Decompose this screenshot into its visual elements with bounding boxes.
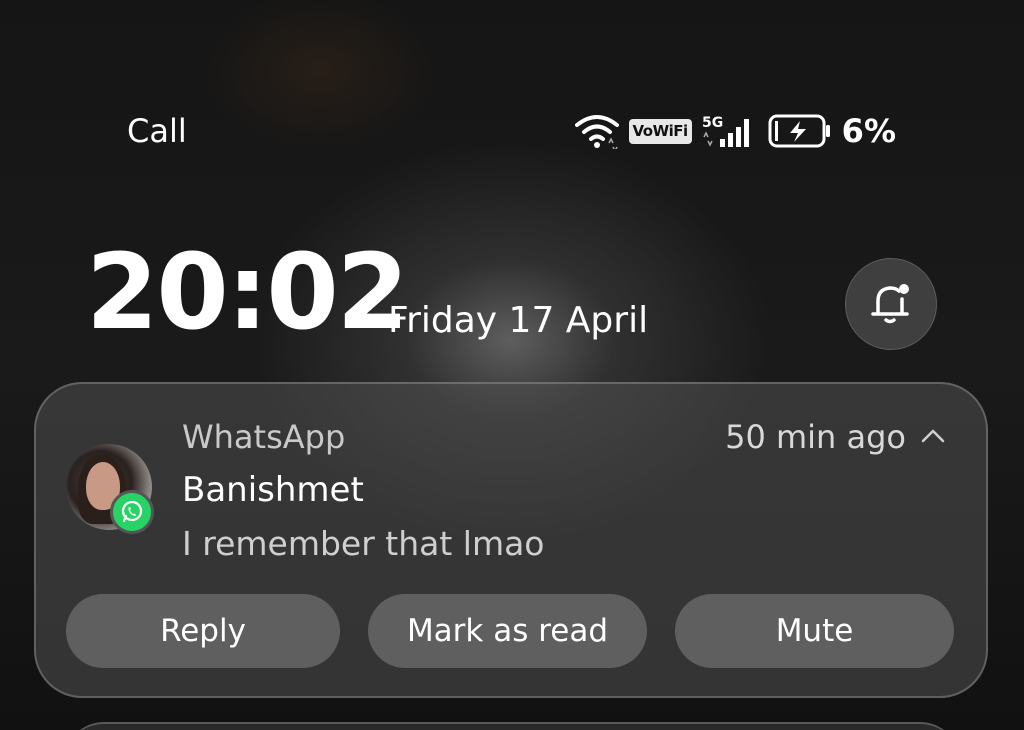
- notification-app-name: WhatsApp: [182, 418, 346, 456]
- notification-bell-button[interactable]: [845, 258, 937, 350]
- network-type-label: 5G: [702, 115, 723, 131]
- vowifi-badge: VoWiFi: [628, 118, 692, 144]
- signal-icon: 5G: [702, 113, 758, 149]
- battery-charging-icon: [768, 114, 832, 148]
- chevron-up-icon[interactable]: [920, 428, 946, 448]
- next-notification-card[interactable]: [64, 722, 960, 730]
- notification-message: I remember that lmao: [182, 524, 545, 563]
- whatsapp-badge-icon: [110, 490, 154, 534]
- status-bar-right: VoWiFi 5G 6%: [574, 110, 896, 152]
- status-call-label: Call: [127, 112, 187, 150]
- notification-time: 50 min ago: [725, 418, 906, 456]
- reply-button[interactable]: Reply: [66, 594, 340, 668]
- lock-date: Friday 17 April: [388, 300, 649, 341]
- lock-clock: 20:02: [86, 231, 409, 353]
- whatsapp-notification-card[interactable]: WhatsApp 50 min ago Banishmet I remember…: [34, 382, 988, 698]
- notification-bell-icon: [866, 277, 916, 331]
- lock-screen: Call VoWiFi 5G 6% 20:02 Friday 17 April …: [0, 0, 1024, 730]
- notification-sender: Banishmet: [182, 470, 364, 510]
- mute-button[interactable]: Mute: [675, 594, 954, 668]
- mark-as-read-button[interactable]: Mark as read: [368, 594, 647, 668]
- battery-percent: 6%: [841, 112, 896, 150]
- sender-avatar: [66, 444, 154, 534]
- wifi-icon: [574, 113, 619, 149]
- notification-actions: Reply Mark as read Mute: [66, 594, 954, 668]
